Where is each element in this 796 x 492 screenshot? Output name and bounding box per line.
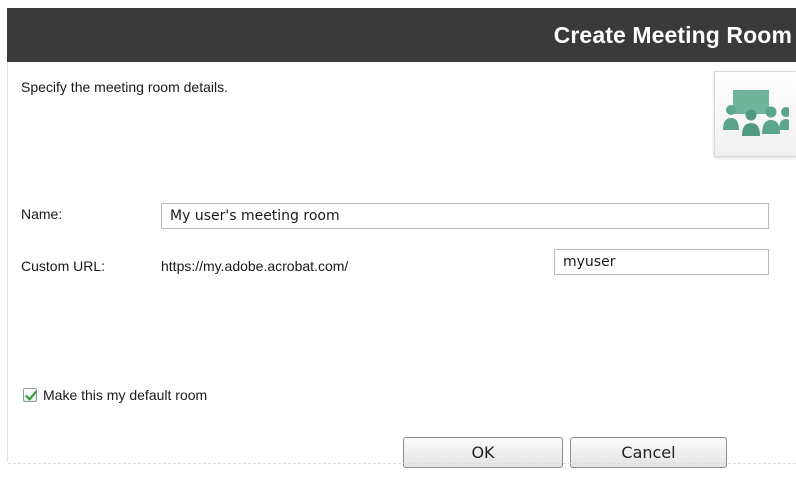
name-input[interactable]	[161, 203, 769, 229]
url-prefix-text: https://my.adobe.acrobat.com/	[161, 258, 349, 274]
custom-url-input[interactable]	[554, 249, 769, 275]
dialog-title: Create Meeting Room	[553, 22, 792, 48]
meeting-room-icon	[723, 90, 789, 136]
instructions-text: Specify the meeting room details.	[21, 79, 228, 95]
dialog-header: Create Meeting Room	[7, 8, 796, 62]
default-room-label[interactable]: Make this my default room	[43, 387, 207, 403]
create-meeting-room-dialog: Create Meeting Room Specify the meeting …	[0, 0, 796, 492]
default-room-checkbox[interactable]	[23, 388, 37, 402]
custom-url-label: Custom URL:	[21, 258, 106, 274]
dialog-left-border	[7, 62, 8, 462]
window-top-edge	[0, 0, 796, 8]
meeting-room-image	[714, 71, 796, 157]
checkmark-icon	[25, 391, 37, 401]
bottom-divider	[8, 463, 796, 464]
name-label: Name:	[21, 206, 63, 222]
